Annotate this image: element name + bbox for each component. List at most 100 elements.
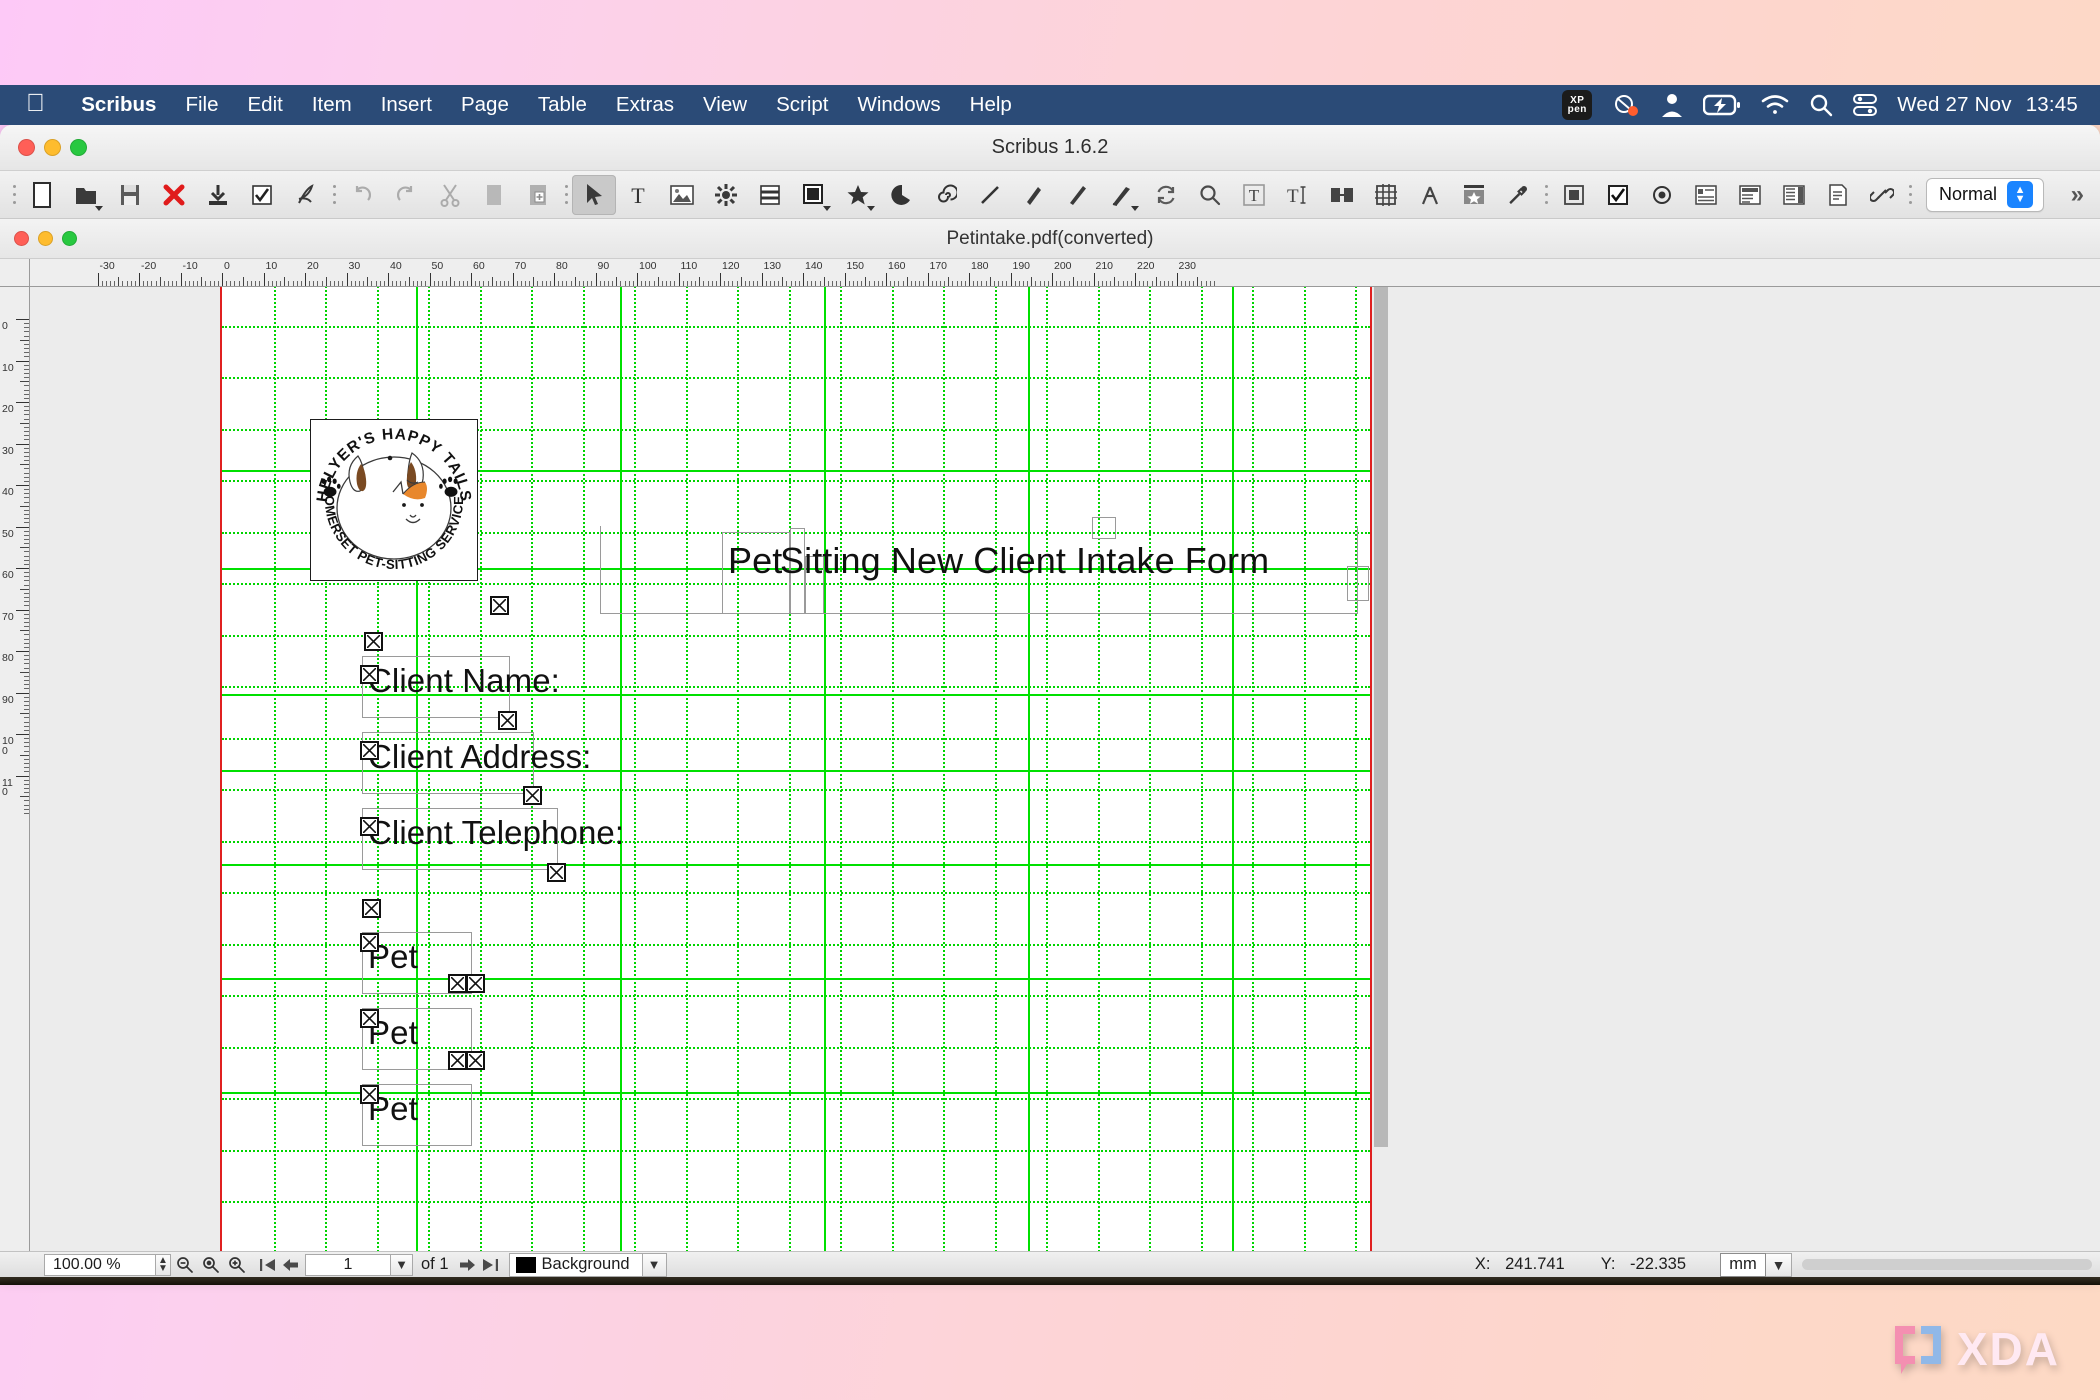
- zoom-level-input[interactable]: 100.00 %: [44, 1253, 156, 1276]
- close-document-icon[interactable]: [152, 175, 196, 215]
- guide-vertical[interactable]: [1232, 287, 1234, 1251]
- page-number-dropdown[interactable]: ▼: [391, 1253, 413, 1276]
- zoom-stepper[interactable]: ▲ ▼: [156, 1253, 171, 1276]
- cut-icon[interactable]: [428, 175, 472, 215]
- next-page-icon[interactable]: [457, 1254, 479, 1276]
- menu-item-help[interactable]: Help: [955, 93, 1026, 117]
- pdf-radio-button-icon[interactable]: [1640, 175, 1684, 215]
- paste-icon[interactable]: [516, 175, 560, 215]
- undo-icon[interactable]: [340, 175, 384, 215]
- minimize-window-button[interactable]: [44, 139, 61, 156]
- arc-tool-icon[interactable]: [880, 175, 924, 215]
- menu-item-file[interactable]: File: [171, 93, 233, 117]
- select-item-tool-icon[interactable]: [572, 174, 616, 215]
- guide-vertical[interactable]: [1028, 287, 1030, 1251]
- pdf-list-box-icon[interactable]: [1772, 175, 1816, 215]
- text-overflow-marker[interactable]: [360, 1009, 379, 1028]
- text-overflow-marker[interactable]: [523, 786, 542, 805]
- text-overflow-marker[interactable]: [364, 632, 383, 651]
- eyedropper-icon[interactable]: [1496, 175, 1540, 215]
- redo-icon[interactable]: [384, 175, 428, 215]
- last-page-icon[interactable]: [479, 1254, 501, 1276]
- pdf-combo-box-icon[interactable]: [1728, 175, 1772, 215]
- chevron-down-icon[interactable]: [95, 205, 103, 211]
- title-linked-frame-handle[interactable]: [1347, 566, 1369, 601]
- display-mode-select[interactable]: Normal ▲ ▼: [1926, 177, 2044, 212]
- users-icon[interactable]: [1660, 92, 1684, 118]
- menu-item-windows[interactable]: Windows: [843, 93, 955, 117]
- menu-bar-clock[interactable]: Wed 27 Nov 13:45: [1897, 93, 2078, 117]
- toolbar-overflow-button[interactable]: »: [2071, 181, 2092, 209]
- new-document-icon[interactable]: [20, 175, 64, 215]
- guide-vertical[interactable]: [620, 287, 622, 1251]
- xp-pen-icon[interactable]: XP pen: [1562, 90, 1593, 120]
- copy-icon[interactable]: [472, 175, 516, 215]
- toolbar-drag-handle-3[interactable]: [560, 175, 572, 215]
- title-overflow-handle[interactable]: [1092, 517, 1116, 539]
- horizontal-ruler[interactable]: -30 -20 -10 0 10 20 30 40 50 60 70 80 90 100 110 120 130…: [30, 259, 2100, 287]
- text-overflow-marker[interactable]: [360, 741, 379, 760]
- close-window-button[interactable]: [18, 139, 35, 156]
- shape-tool-icon[interactable]: [792, 175, 836, 215]
- menu-item-script[interactable]: Script: [762, 93, 843, 117]
- wifi-icon[interactable]: [1760, 94, 1790, 116]
- search-icon[interactable]: [1809, 93, 1833, 117]
- text-overflow-marker[interactable]: [498, 711, 517, 730]
- guide-vertical[interactable]: [824, 287, 826, 1251]
- chevron-down-icon[interactable]: [823, 205, 831, 211]
- menu-item-page[interactable]: Page: [446, 93, 523, 117]
- menu-item-extras[interactable]: Extras: [601, 93, 688, 117]
- zoom-tool-icon[interactable]: [1188, 175, 1232, 215]
- menu-item-scribus[interactable]: Scribus: [67, 93, 171, 117]
- export-pdf-icon[interactable]: [284, 175, 328, 215]
- text-overflow-marker[interactable]: [360, 665, 379, 684]
- text-frame-tool-icon[interactable]: T: [616, 175, 660, 215]
- document-page[interactable]: HELYER'S HAPPY TAILS SOMERSET PET-SITTIN…: [220, 287, 1372, 1251]
- notifications-icon[interactable]: [1611, 92, 1641, 118]
- zoom-in-icon[interactable]: [223, 1254, 249, 1276]
- polygon-tool-icon[interactable]: [836, 175, 880, 215]
- layer-select[interactable]: Background: [508, 1252, 643, 1277]
- text-overflow-marker[interactable]: [360, 1085, 379, 1104]
- toolbar-drag-handle-4[interactable]: [1540, 175, 1552, 215]
- save-document-icon[interactable]: [108, 175, 152, 215]
- unit-dropdown-arrow[interactable]: ▼: [1766, 1252, 1792, 1277]
- pdf-push-button-icon[interactable]: [1552, 175, 1596, 215]
- layer-dropdown-arrow[interactable]: ▼: [642, 1252, 667, 1277]
- render-frame-tool-icon[interactable]: [704, 175, 748, 215]
- toolbar-drag-handle-1[interactable]: [8, 175, 20, 215]
- preflight-verifier-icon[interactable]: [240, 175, 284, 215]
- open-document-icon[interactable]: [64, 175, 108, 215]
- vertical-ruler[interactable]: 0 10 20 30 40 50 60 70 80 90 100 110: [0, 259, 30, 1251]
- copy-item-properties-icon[interactable]: [1452, 175, 1496, 215]
- text-overflow-marker[interactable]: [547, 863, 566, 882]
- measurements-icon[interactable]: [1408, 175, 1452, 215]
- zoom-reset-icon[interactable]: [197, 1254, 223, 1276]
- menu-item-view[interactable]: View: [689, 93, 762, 117]
- unit-select[interactable]: mm: [1720, 1252, 1766, 1277]
- text-overflow-marker[interactable]: [448, 974, 467, 993]
- spiral-tool-icon[interactable]: [924, 175, 968, 215]
- pdf-checkbox-icon[interactable]: [1596, 175, 1640, 215]
- edit-text-story-editor-icon[interactable]: T: [1276, 175, 1320, 215]
- chevron-down-icon[interactable]: [1131, 205, 1139, 211]
- toolbar-drag-handle-5[interactable]: [1904, 175, 1916, 215]
- text-overflow-marker[interactable]: [466, 1051, 485, 1070]
- battery-charging-icon[interactable]: [1703, 94, 1741, 116]
- page-number-input[interactable]: 1: [305, 1253, 391, 1276]
- table-tool-icon[interactable]: [748, 175, 792, 215]
- menu-item-item[interactable]: Item: [297, 93, 366, 117]
- horizontal-scrollbar[interactable]: [1802, 1259, 2092, 1270]
- text-overflow-marker[interactable]: [360, 817, 379, 836]
- link-text-frames-icon[interactable]: [1320, 175, 1364, 215]
- zoom-out-icon[interactable]: [171, 1254, 197, 1276]
- ruler-origin-corner[interactable]: [0, 259, 30, 287]
- edit-contents-tool-icon[interactable]: T: [1232, 175, 1276, 215]
- line-tool-icon[interactable]: [968, 175, 1012, 215]
- chevron-down-icon[interactable]: [867, 205, 875, 211]
- pdf-text-field-icon[interactable]: [1684, 175, 1728, 215]
- text-overflow-marker[interactable]: [466, 974, 485, 993]
- maximize-window-button[interactable]: [70, 139, 87, 156]
- toolbar-drag-handle-2[interactable]: [328, 175, 340, 215]
- rotate-item-tool-icon[interactable]: [1144, 175, 1188, 215]
